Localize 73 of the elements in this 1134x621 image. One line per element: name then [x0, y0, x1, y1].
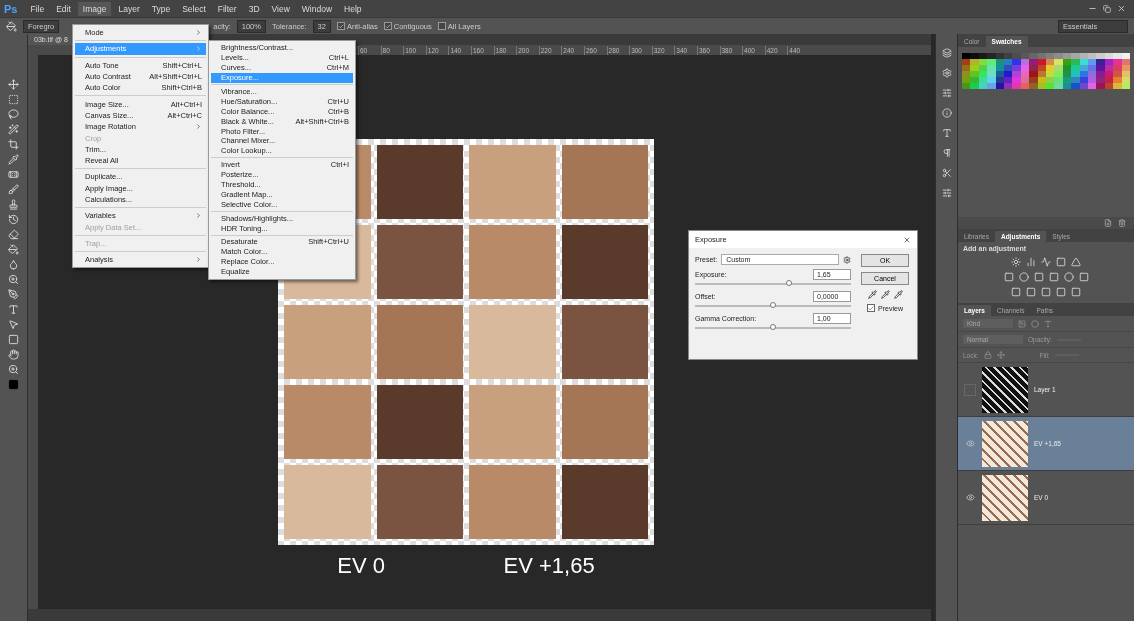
- menu-bar-item[interactable]: Layer: [113, 1, 145, 16]
- restore-icon[interactable]: [1103, 4, 1111, 13]
- panel-icon[interactable]: [941, 148, 952, 158]
- menu-bar-item[interactable]: Window: [296, 1, 338, 16]
- brush-icon[interactable]: [8, 184, 19, 195]
- adjustment-icon[interactable]: [1078, 272, 1089, 282]
- adjustment-icon[interactable]: [1018, 272, 1029, 282]
- checkbox[interactable]: [867, 304, 876, 312]
- menu-bar-item[interactable]: Edit: [51, 1, 76, 16]
- eye-icon[interactable]: [964, 437, 976, 450]
- new-swatch-icon[interactable]: [1104, 219, 1112, 227]
- menu-bar-item[interactable]: Help: [339, 1, 367, 16]
- crop-icon[interactable]: [8, 139, 19, 150]
- menu-bar-item[interactable]: Image: [77, 1, 112, 16]
- eyedropper-icon[interactable]: [893, 290, 903, 299]
- panel-icon[interactable]: [941, 88, 952, 98]
- bucket-icon[interactable]: [6, 20, 17, 32]
- menu-bar-item[interactable]: Filter: [212, 1, 242, 16]
- close-icon[interactable]: [903, 235, 911, 244]
- lock-icon[interactable]: [983, 351, 992, 359]
- panel-icon[interactable]: [941, 168, 952, 178]
- panel-icon[interactable]: [941, 108, 952, 118]
- menu-bar-item[interactable]: View: [266, 1, 295, 16]
- wand-icon[interactable]: [8, 124, 19, 135]
- menu-bar-item[interactable]: Select: [177, 1, 211, 16]
- adjustment-icon[interactable]: [1011, 257, 1021, 267]
- pointer-icon[interactable]: [8, 319, 19, 330]
- marquee-icon[interactable]: [8, 94, 19, 105]
- close-icon[interactable]: [1117, 4, 1126, 13]
- color-swatch-icon[interactable]: [8, 379, 19, 390]
- eye-icon[interactable]: [964, 491, 976, 504]
- image-filter-icon[interactable]: [1018, 319, 1026, 328]
- eyedropper-icon[interactable]: [880, 290, 890, 299]
- text-icon[interactable]: [8, 304, 19, 315]
- slider-thumb[interactable]: [770, 324, 776, 330]
- adjustment-icon[interactable]: [1063, 272, 1074, 282]
- magnifier-icon[interactable]: [8, 274, 19, 285]
- menu-bar-item[interactable]: 3D: [243, 1, 265, 16]
- panel-icon[interactable]: [941, 128, 952, 138]
- menu-bar-item[interactable]: File: [25, 1, 50, 16]
- panel-icon[interactable]: [941, 68, 952, 78]
- stamp-icon[interactable]: [8, 199, 19, 210]
- rectangle-icon[interactable]: [8, 334, 19, 345]
- caption-text: EV +1,65: [503, 553, 595, 579]
- panel-icon[interactable]: [941, 48, 952, 58]
- adjustment-icon[interactable]: [1026, 257, 1036, 267]
- adjustment-icon[interactable]: [1033, 272, 1044, 282]
- panel-icon[interactable]: [941, 188, 952, 198]
- checkbox[interactable]: [336, 22, 345, 30]
- bandage-icon[interactable]: [8, 169, 19, 180]
- lasso-icon[interactable]: [8, 109, 19, 120]
- pen-icon[interactable]: [8, 289, 19, 300]
- eraser-icon[interactable]: [8, 229, 19, 240]
- settings-icon[interactable]: [843, 255, 851, 264]
- history-icon[interactable]: [8, 214, 19, 225]
- trash-icon[interactable]: [1118, 219, 1126, 227]
- app-logo: Ps: [4, 2, 18, 15]
- caption-text: EV 0: [337, 553, 385, 579]
- eyedropper-icon[interactable]: [867, 290, 877, 299]
- hand-icon[interactable]: [8, 349, 19, 360]
- menu-bar-item[interactable]: Type: [146, 1, 176, 16]
- adjustment-icon[interactable]: [1003, 272, 1014, 282]
- checkbox[interactable]: [437, 22, 446, 30]
- zoom-icon[interactable]: [8, 364, 19, 375]
- bucket-icon[interactable]: [8, 244, 19, 255]
- eyedropper-icon[interactable]: [8, 154, 19, 165]
- droplet-icon[interactable]: [8, 259, 19, 270]
- move-icon[interactable]: [8, 79, 19, 90]
- text-filter-icon[interactable]: [1044, 319, 1052, 328]
- checkbox[interactable]: [383, 22, 392, 30]
- adjustment-icon[interactable]: [1048, 272, 1059, 282]
- slider-thumb[interactable]: [770, 302, 776, 308]
- slider-thumb[interactable]: [785, 280, 792, 286]
